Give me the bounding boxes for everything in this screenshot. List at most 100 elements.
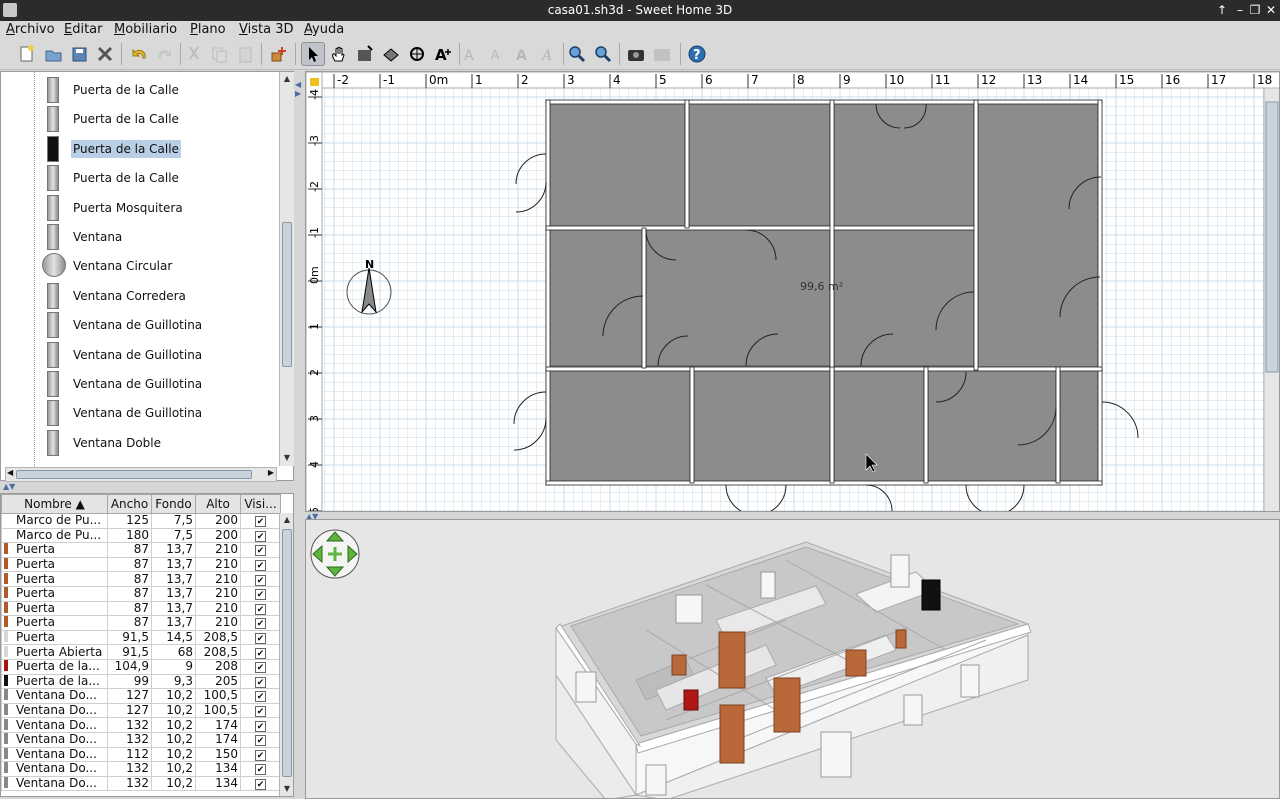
- menu-archivo[interactable]: Archivo: [6, 21, 55, 38]
- visible-checkbox[interactable]: ✔: [255, 530, 266, 542]
- table-row[interactable]: Ventana Do... 112 10,2 150 ✔: [1, 746, 281, 763]
- wall[interactable]: [689, 366, 695, 484]
- door-swing-arc[interactable]: [865, 484, 893, 511]
- visible-checkbox[interactable]: ✔: [255, 633, 266, 644]
- catalog-item[interactable]: Puerta de la Calle: [41, 106, 281, 133]
- room[interactable]: [832, 101, 975, 227]
- room[interactable]: [927, 369, 1057, 483]
- visible-checkbox[interactable]: ✔: [255, 545, 266, 557]
- table-row[interactable]: Marco de Pu... 125 7,5 200 ✔: [1, 513, 281, 529]
- door-swing-arc[interactable]: [756, 484, 787, 512]
- catalog-vertical-scrollbar[interactable]: ▲ ▼: [279, 72, 294, 466]
- table-row[interactable]: Ventana Do... 127 10,2 100,5 ✔: [1, 688, 281, 704]
- create-video-icon[interactable]: [650, 42, 674, 66]
- visible-checkbox[interactable]: ✔: [255, 720, 266, 732]
- room[interactable]: [693, 369, 831, 483]
- left-split-arrows-icon[interactable]: ◀ ▶: [295, 80, 301, 98]
- table-row[interactable]: Marco de Pu... 180 7,5 200 ✔: [1, 527, 281, 544]
- new-file-button[interactable]: [14, 42, 38, 66]
- menu-ayuda[interactable]: Ayuda: [304, 21, 344, 38]
- open-button[interactable]: [41, 42, 65, 66]
- maximize-button[interactable]: ❐: [1247, 2, 1263, 18]
- door-swing-arc[interactable]: [965, 484, 996, 512]
- catalog-item[interactable]: Ventana de Guillotina: [41, 341, 281, 368]
- minimize-button[interactable]: –: [1232, 2, 1248, 18]
- visible-checkbox[interactable]: ✔: [255, 589, 266, 601]
- wall[interactable]: [973, 99, 979, 371]
- zoom-in-icon[interactable]: [564, 42, 588, 66]
- column-header-visible[interactable]: Visi...: [240, 494, 281, 514]
- wall[interactable]: [1055, 366, 1061, 484]
- column-header-depth[interactable]: Fondo: [151, 494, 196, 514]
- catalog-item[interactable]: Ventana: [41, 224, 281, 250]
- table-row[interactable]: Puerta de la... 99 9,3 205 ✔: [1, 673, 281, 690]
- menu-plano[interactable]: Plano: [190, 21, 226, 38]
- room[interactable]: [548, 101, 686, 227]
- pan-mode-button[interactable]: [327, 42, 351, 66]
- visible-checkbox[interactable]: ✔: [255, 778, 266, 790]
- room[interactable]: [546, 228, 644, 367]
- visible-checkbox[interactable]: ✔: [255, 735, 266, 747]
- furniture-catalog[interactable]: Puerta de la Calle Puerta de la Calle Puer…: [0, 71, 294, 482]
- visible-checkbox[interactable]: ✔: [255, 618, 266, 630]
- plan-canvas[interactable]: -2 -1 0m 1 2 3 4 5 6 7 8 9 10 11 12 13 14 15 16 17 18-4-3-2-…: [306, 72, 1280, 512]
- catalog-item[interactable]: Puerta Mosquitera: [41, 194, 281, 221]
- cut-button[interactable]: [182, 42, 206, 66]
- visible-checkbox[interactable]: ✔: [255, 706, 266, 717]
- room[interactable]: [1059, 369, 1099, 483]
- visible-checkbox[interactable]: ✔: [255, 516, 266, 528]
- catalog-item[interactable]: Ventana de Guillotina: [41, 312, 281, 339]
- wall[interactable]: [545, 99, 551, 486]
- redo-button[interactable]: [153, 42, 177, 66]
- add-text-button[interactable]: A: [431, 42, 455, 66]
- preferences-button[interactable]: [93, 42, 117, 66]
- catalog-item[interactable]: Ventana de Guillotina: [41, 400, 281, 427]
- visible-checkbox[interactable]: ✔: [255, 764, 266, 776]
- table-row[interactable]: Ventana Do... 132 10,2 134 ✔: [1, 775, 281, 792]
- create-rooms-button[interactable]: [379, 42, 403, 66]
- select-mode-button[interactable]: [301, 42, 325, 66]
- furniture-table[interactable]: Nombre ▲ Ancho Fondo Alto Visi... Marco …: [1, 494, 281, 792]
- 3d-view[interactable]: [305, 519, 1280, 799]
- table-row[interactable]: Puerta 87 13,7 210 ✔: [1, 542, 281, 558]
- room[interactable]: [687, 101, 831, 227]
- wall[interactable]: [1097, 99, 1103, 486]
- wall[interactable]: [641, 227, 647, 369]
- table-row[interactable]: Puerta 87 13,7 210 ✔: [1, 571, 281, 587]
- save-button[interactable]: [67, 42, 91, 66]
- room[interactable]: [833, 228, 975, 367]
- catalog-item[interactable]: Puerta de la Calle: [41, 77, 281, 103]
- always-on-top-button[interactable]: ↑: [1214, 2, 1230, 18]
- paste-button[interactable]: [233, 42, 257, 66]
- wall[interactable]: [545, 225, 977, 231]
- room[interactable]: [833, 369, 925, 483]
- table-row[interactable]: Puerta 87 13,7 210 ✔: [1, 585, 281, 602]
- visible-checkbox[interactable]: ✔: [255, 676, 266, 688]
- wall[interactable]: [829, 99, 835, 371]
- visible-checkbox[interactable]: ✔: [255, 662, 266, 674]
- visible-checkbox[interactable]: ✔: [255, 647, 266, 659]
- furniture-list[interactable]: Nombre ▲ Ancho Fondo Alto Visi... Marco …: [0, 493, 294, 797]
- visible-checkbox[interactable]: ✔: [255, 574, 266, 586]
- furniture-vertical-scrollbar[interactable]: ▲ ▼: [279, 513, 293, 796]
- visible-checkbox[interactable]: ✔: [255, 560, 266, 571]
- close-button[interactable]: ✕: [1263, 2, 1279, 18]
- table-row[interactable]: Ventana Do... 132 10,2 134 ✔: [1, 761, 281, 777]
- door-swing-arc[interactable]: [994, 484, 1025, 512]
- table-row[interactable]: Puerta 91,5 14,5 208,5 ✔: [1, 629, 281, 646]
- door-swing-arc[interactable]: [1101, 401, 1139, 439]
- door-swing-arc[interactable]: [513, 417, 547, 451]
- table-row[interactable]: Ventana Do... 132 10,2 174 ✔: [1, 731, 281, 748]
- catalog-item[interactable]: Ventana Circular: [41, 253, 281, 278]
- catalog-item[interactable]: Ventana Corredera: [41, 282, 281, 309]
- column-header-name[interactable]: Nombre ▲: [1, 494, 108, 514]
- wall[interactable]: [829, 366, 835, 484]
- wall[interactable]: [545, 99, 1103, 105]
- menu-editar[interactable]: Editar: [64, 21, 103, 38]
- text-style-2-icon[interactable]: A: [485, 42, 509, 66]
- text-style-4-icon[interactable]: A: [537, 42, 561, 66]
- table-row[interactable]: Puerta Abierta 91,5 68 208,5 ✔: [1, 644, 281, 660]
- undo-button[interactable]: [127, 42, 151, 66]
- wall[interactable]: [923, 366, 929, 484]
- zoom-out-icon[interactable]: [590, 42, 614, 66]
